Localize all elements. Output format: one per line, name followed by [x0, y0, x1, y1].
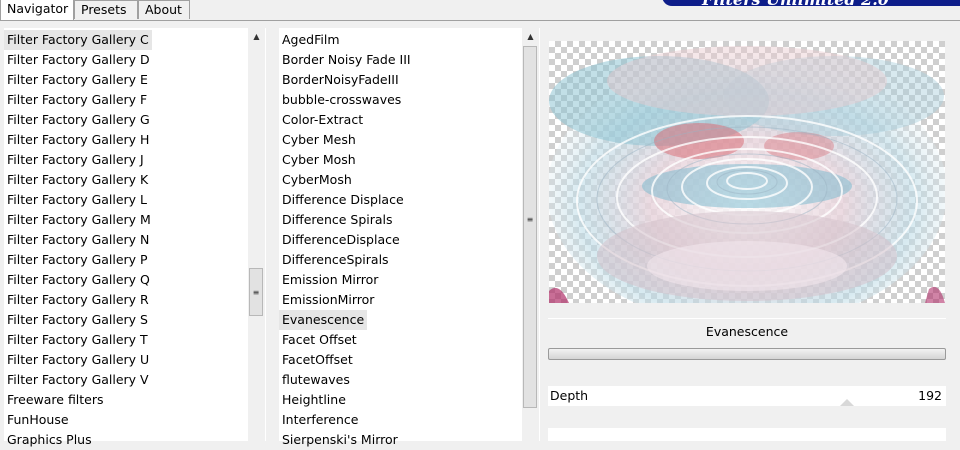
filter-list-item[interactable]: BorderNoisyFadeIII: [279, 70, 402, 90]
tab-divider: [0, 20, 960, 21]
filter-list-item[interactable]: FacetOffset: [279, 350, 356, 370]
category-list-item[interactable]: Filter Factory Gallery H: [4, 130, 152, 150]
category-list-item[interactable]: Filter Factory Gallery Q: [4, 270, 153, 290]
category-list-item[interactable]: Freeware filters: [4, 390, 107, 410]
filter-list-item[interactable]: DifferenceDisplace: [279, 230, 403, 250]
category-list-item[interactable]: Filter Factory Gallery V: [4, 370, 152, 390]
parameter-value: 192: [918, 388, 942, 403]
filter-list-item[interactable]: Difference Spirals: [279, 210, 396, 230]
selected-filter-name: Evanescence: [548, 318, 946, 345]
category-list-item[interactable]: Filter Factory Gallery P: [4, 250, 151, 270]
tab-label: About: [145, 2, 182, 17]
filter-list-item[interactable]: EmissionMirror: [279, 290, 377, 310]
scroll-up-arrow-icon[interactable]: ▲: [248, 28, 265, 45]
filter-scrollbar[interactable]: ▲ ≡: [522, 28, 539, 441]
slider-position-icon[interactable]: [840, 399, 854, 406]
filter-list-item[interactable]: Color-Extract: [279, 110, 366, 130]
filter-name-label: Evanescence: [705, 324, 789, 339]
category-list-item[interactable]: Filter Factory Gallery E: [4, 70, 151, 90]
brand-banner: Filters Unlimited 2.0: [662, 0, 960, 9]
scroll-grip-icon: ≡: [526, 215, 534, 224]
category-scrollbar[interactable]: ▲ ≡: [248, 28, 265, 441]
filter-list-item[interactable]: Emission Mirror: [279, 270, 381, 290]
category-list-item[interactable]: Filter Factory Gallery F: [4, 90, 150, 110]
parameter-label: Depth: [550, 388, 589, 403]
tab-label: Navigator: [7, 1, 69, 16]
category-list-item[interactable]: Filter Factory Gallery M: [4, 210, 154, 230]
filter-list-item[interactable]: flutewaves: [279, 370, 353, 390]
category-list-item[interactable]: Filter Factory Gallery N: [4, 230, 152, 250]
tab-bar: Navigator Presets About Filters Unlimite…: [0, 0, 960, 21]
tab-presets[interactable]: Presets: [74, 0, 138, 19]
filter-list-item[interactable]: Heightline: [279, 390, 349, 410]
category-list-item[interactable]: Filter Factory Gallery S: [4, 310, 151, 330]
category-list-item[interactable]: Filter Factory Gallery T: [4, 330, 151, 350]
filter-list-item[interactable]: Sierpenski's Mirror: [279, 430, 401, 450]
filter-list-item[interactable]: AgedFilm: [279, 30, 343, 50]
category-list-item[interactable]: Filter Factory Gallery G: [4, 110, 153, 130]
tab-navigator[interactable]: Navigator: [0, 0, 74, 20]
category-list-item[interactable]: Filter Factory Gallery J: [4, 150, 147, 170]
tab-label: Presets: [81, 2, 127, 17]
filter-list-item[interactable]: Cyber Mosh: [279, 150, 359, 170]
preview-artwork: [549, 46, 945, 303]
filter-list-item[interactable]: Cyber Mesh: [279, 130, 359, 150]
filter-list-item[interactable]: Difference Displace: [279, 190, 407, 210]
filter-list-item[interactable]: bubble-crosswaves: [279, 90, 404, 110]
category-scroll-thumb[interactable]: ≡: [249, 268, 263, 316]
parameter-depth[interactable]: Depth 192: [548, 386, 946, 406]
category-list-panel: Filter Factory Gallery C Filter Factory G…: [4, 28, 266, 447]
category-list-item[interactable]: Filter Factory Gallery L: [4, 190, 150, 210]
filter-scroll-thumb[interactable]: ≡: [523, 46, 537, 408]
category-list-item[interactable]: FunHouse: [4, 410, 72, 430]
filter-list-item[interactable]: CyberMosh: [279, 170, 355, 190]
filter-preview-image: [549, 41, 945, 303]
filter-list-item[interactable]: DifferenceSpirals: [279, 250, 392, 270]
scroll-grip-icon: ≡: [252, 288, 260, 297]
category-list-item[interactable]: Filter Factory Gallery K: [4, 170, 151, 190]
parameter-slot-empty: [548, 428, 946, 441]
tab-about[interactable]: About: [138, 0, 190, 19]
category-list-item[interactable]: Filter Factory Gallery C: [4, 30, 152, 50]
filter-list-item[interactable]: Evanescence: [279, 310, 368, 330]
scroll-up-arrow-icon[interactable]: ▲: [522, 28, 539, 45]
category-list-item[interactable]: Graphics Plus: [4, 430, 95, 450]
category-list-item[interactable]: Filter Factory Gallery D: [4, 50, 153, 70]
filter-list-item[interactable]: Interference: [279, 410, 361, 430]
filter-list-panel: AgedFilm Border Noisy Fade III BorderNoisy…: [279, 28, 540, 447]
category-list-item[interactable]: Filter Factory Gallery R: [4, 290, 152, 310]
progress-bar: [548, 348, 946, 360]
filter-list-item[interactable]: Facet Offset: [279, 330, 360, 350]
brand-title: Filters Unlimited 2.0: [702, 0, 889, 9]
category-list-item[interactable]: Filter Factory Gallery U: [4, 350, 152, 370]
filter-list-item[interactable]: Border Noisy Fade III: [279, 50, 414, 70]
